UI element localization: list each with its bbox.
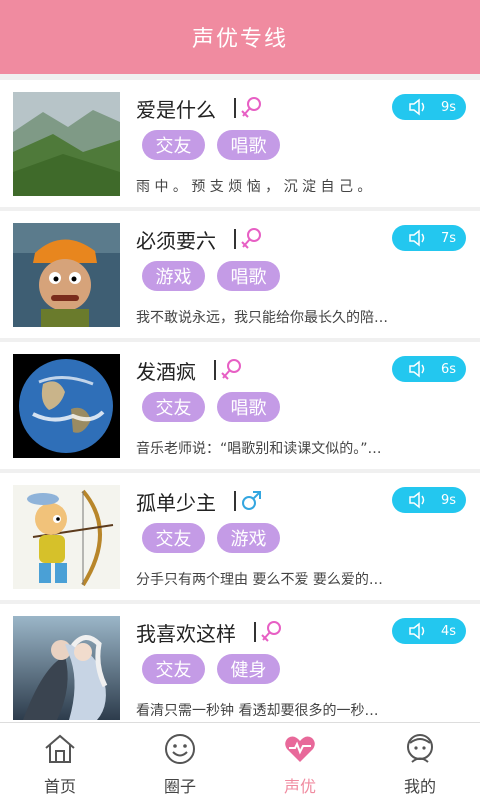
- duration-label: 9s: [440, 492, 456, 508]
- tab-home[interactable]: 首页: [0, 723, 120, 801]
- tag-chip: 交友: [142, 392, 205, 422]
- thumbnail-earth: [13, 354, 120, 458]
- app-header: 声优专线: [0, 0, 480, 74]
- item-description: 音乐老师说：“唱歌别和读课文似的。”…: [136, 441, 382, 457]
- bottom-tab-bar: 首页 圈子 声优 我的: [0, 722, 480, 801]
- item-name: 爱是什么: [136, 97, 216, 122]
- female-icon: [240, 96, 262, 120]
- item-description: 雨 中 。 预 支 烦 恼 ， 沉 淀 自 己 。: [136, 179, 372, 195]
- tab-label: 首页: [43, 777, 76, 796]
- tag-chip: 唱歌: [217, 392, 280, 422]
- tab-label: 圈子: [163, 777, 196, 796]
- tag-chip: 游戏: [142, 261, 205, 291]
- item-description: 我不敢说永远，我只能给你最长久的陪…: [136, 310, 388, 326]
- item-description: 看清只需一秒钟 看透却要很多的一秒…: [136, 703, 379, 719]
- male-icon: [240, 489, 262, 513]
- thumbnail-fantasy: [13, 616, 120, 720]
- speaker-icon: [408, 622, 428, 644]
- tag-chip: 健身: [217, 654, 280, 684]
- list-item[interactable]: 必须要六 7s 游戏 唱歌 我不敢说永远，我只能给你最长久的陪…: [0, 211, 480, 338]
- home-icon: [43, 733, 77, 769]
- duration-label: 9s: [440, 99, 456, 115]
- item-name: 孤单少主: [136, 490, 216, 515]
- list-item[interactable]: 我喜欢这样 4s 交友 健身 看清只需一秒钟 看透却要很多的一秒…: [0, 604, 480, 731]
- play-duration-button[interactable]: 7s: [392, 225, 466, 251]
- thumbnail-cartoon-worker: [13, 223, 120, 327]
- tag-chip: 唱歌: [217, 130, 280, 160]
- thumbnail-cartoon-archer: [13, 485, 120, 589]
- list-item[interactable]: 孤单少主 9s 交友 游戏 分手只有两个理由 要么不爱 要么爱的…: [0, 473, 480, 600]
- list-item[interactable]: 发酒疯 6s 交友 唱歌 音乐老师说：“唱歌别和读课文似的。”…: [0, 342, 480, 469]
- tab-label: 声优: [283, 777, 316, 796]
- tab-voice[interactable]: 声优: [240, 723, 360, 801]
- tag-chip: 交友: [142, 523, 205, 553]
- smile-icon: [163, 733, 197, 769]
- item-name: 发酒疯: [136, 359, 196, 384]
- speaker-icon: [408, 229, 428, 251]
- user-icon: [403, 733, 437, 769]
- female-icon: [260, 620, 282, 644]
- speaker-icon: [408, 360, 428, 382]
- tab-label: 我的: [403, 777, 436, 796]
- play-duration-button[interactable]: 9s: [392, 94, 466, 120]
- item-name: 我喜欢这样: [136, 621, 236, 646]
- speaker-icon: [408, 98, 428, 120]
- play-duration-button[interactable]: 9s: [392, 487, 466, 513]
- duration-label: 7s: [440, 230, 456, 246]
- speaker-icon: [408, 491, 428, 513]
- heart-pulse-icon: [283, 733, 317, 769]
- play-duration-button[interactable]: 4s: [392, 618, 466, 644]
- play-duration-button[interactable]: 6s: [392, 356, 466, 382]
- page-title: 声优专线: [191, 27, 288, 52]
- female-icon: [220, 358, 242, 382]
- female-icon: [240, 227, 262, 251]
- tag-chip: 交友: [142, 654, 205, 684]
- item-name: 必须要六: [136, 228, 216, 253]
- tab-mine[interactable]: 我的: [360, 723, 480, 801]
- duration-label: 6s: [440, 361, 456, 377]
- tab-circle[interactable]: 圈子: [120, 723, 240, 801]
- tag-chip: 游戏: [217, 523, 280, 553]
- tag-chip: 唱歌: [217, 261, 280, 291]
- duration-label: 4s: [440, 623, 456, 639]
- tag-chip: 交友: [142, 130, 205, 160]
- list-item[interactable]: 爱是什么 9s 交友 唱歌 雨 中 。 预 支 烦 恼 ， 沉 淀 自 己 。: [0, 80, 480, 207]
- thumbnail-landscape: [13, 92, 120, 196]
- item-description: 分手只有两个理由 要么不爱 要么爱的…: [136, 572, 383, 588]
